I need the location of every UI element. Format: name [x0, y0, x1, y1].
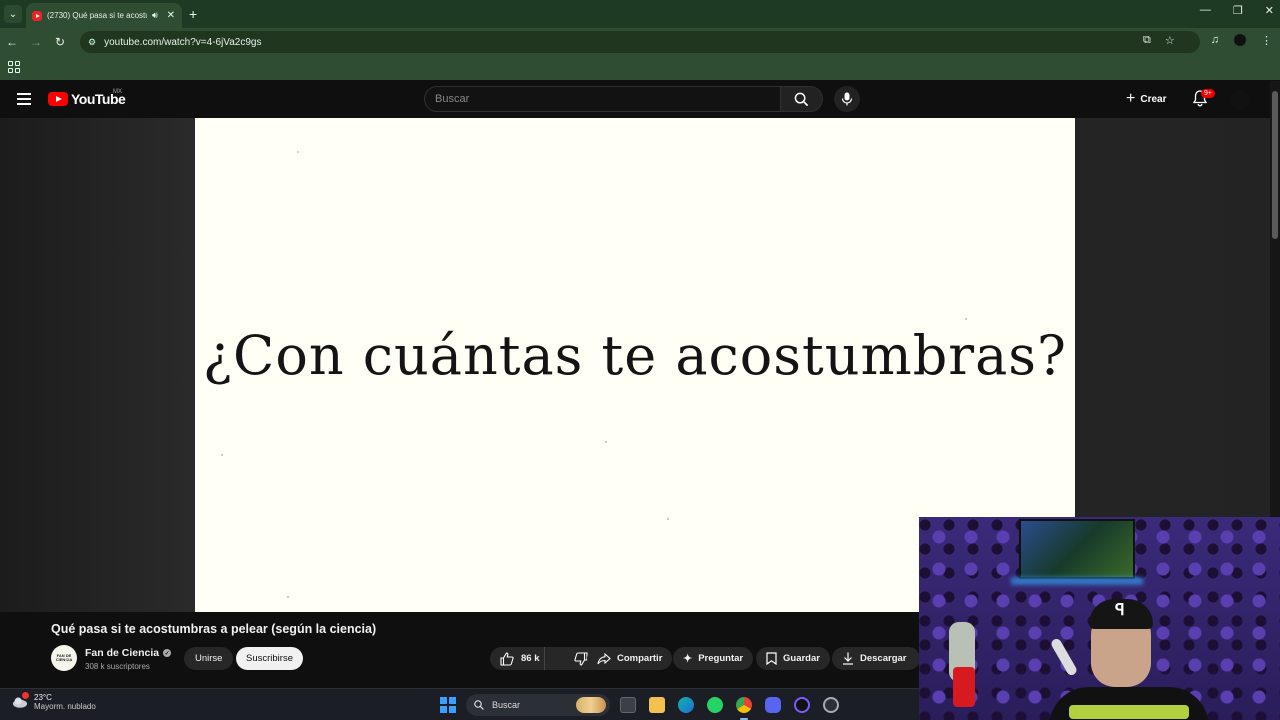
region-code: MX — [113, 89, 122, 95]
create-button[interactable]: + Crear — [1126, 90, 1166, 108]
taskbar-search-label: Buscar — [492, 700, 521, 710]
subscribe-button[interactable]: Suscribirse — [236, 647, 303, 670]
ask-button[interactable]: ✦ Preguntar — [673, 647, 754, 670]
paper-speck — [297, 151, 299, 153]
restore-icon[interactable]: ❐ — [1233, 4, 1243, 17]
address-bar[interactable]: ⚙ youtube.com/watch?v=4-6jVa2c9gs — [80, 31, 1200, 53]
profile-avatar[interactable] — [1233, 33, 1247, 47]
discord-icon[interactable] — [765, 697, 781, 713]
whatsapp-icon[interactable] — [707, 697, 723, 713]
voice-search-button[interactable] — [834, 86, 860, 112]
edge-icon[interactable] — [678, 697, 694, 713]
download-button[interactable]: Descargar — [832, 647, 921, 670]
search-input[interactable] — [435, 93, 780, 105]
plus-icon: + — [1126, 90, 1136, 107]
screen: ⌄ (2730) Qué pasa si te acostu 🔊︎ ✕ + — … — [0, 0, 1280, 720]
browser-tab-active[interactable]: (2730) Qué pasa si te acostu 🔊︎ ✕ — [26, 3, 182, 28]
menu-icon[interactable] — [17, 93, 31, 105]
browser-toolbar: ← → ↻ ⚙ youtube.com/watch?v=4-6jVa2c9gs … — [0, 28, 1280, 56]
tab-title: (2730) Qué pasa si te acostu — [47, 11, 147, 20]
site-info-icon[interactable]: ⚙ — [88, 37, 96, 48]
forward-icon[interactable]: → — [24, 35, 48, 49]
weather-text: 23°C Mayorm. nublado — [34, 693, 96, 711]
url-text[interactable]: youtube.com/watch?v=4-6jVa2c9gs — [104, 37, 261, 48]
browser-tabstrip: ⌄ (2730) Qué pasa si te acostu 🔊︎ ✕ + — … — [0, 0, 1280, 28]
close-window-icon[interactable]: ✕ — [1265, 4, 1274, 17]
back-icon[interactable]: ← — [0, 35, 24, 49]
channel-avatar[interactable]: FAN DE CIENCIA — [51, 645, 77, 671]
chrome-menu-icon[interactable]: ⋮ — [1261, 34, 1272, 47]
paper-speck — [965, 318, 967, 320]
cap-logo-icon: ꟼ — [1115, 602, 1125, 619]
apps-grid-icon[interactable] — [8, 61, 20, 73]
settings-app-icon[interactable] — [823, 697, 839, 713]
channel-name[interactable]: Fan de Ciencia — [85, 647, 159, 659]
search-button[interactable] — [781, 86, 823, 112]
thumbs-up-icon — [500, 651, 514, 666]
download-icon — [843, 652, 853, 665]
sparkle-icon: ✦ — [683, 653, 693, 665]
channel-name-row[interactable]: Fan de Ciencia ✓ — [85, 647, 172, 659]
search-box[interactable] — [424, 86, 781, 112]
windows-taskbar: 23°C Mayorm. nublado Buscar — [0, 688, 920, 720]
toolbar-actions: ⧉ ☆ ♫ ⋮ — [1143, 33, 1272, 47]
share-label: Compartir — [617, 653, 663, 664]
taskbar-search[interactable]: Buscar — [466, 694, 610, 716]
paper-speck — [605, 441, 607, 443]
verified-icon: ✓ — [163, 649, 172, 657]
tab-search-icon[interactable]: ⌄ — [4, 5, 22, 23]
windows-start-icon[interactable] — [440, 697, 456, 713]
bookmarks-bar — [0, 56, 1280, 80]
search-icon — [794, 92, 809, 106]
media-control-icon[interactable]: ♫ — [1211, 34, 1219, 46]
search-highlight-image — [576, 697, 606, 713]
webcam-shirt-print — [1069, 705, 1189, 719]
paper-speck — [667, 518, 669, 520]
minimize-icon[interactable]: — — [1200, 4, 1211, 17]
share-arrow-icon — [597, 652, 611, 664]
save-label: Guardar — [783, 653, 820, 664]
reload-icon[interactable]: ↻ — [48, 35, 72, 49]
thumbs-down-icon — [574, 651, 588, 666]
temperature: 23°C — [34, 693, 52, 702]
weather-alert-badge — [22, 692, 29, 699]
video-frame-text: ¿Con cuántas te acostumbras? — [203, 324, 1067, 387]
close-tab-icon[interactable]: ✕ — [167, 10, 175, 21]
join-button[interactable]: Unirse — [184, 647, 234, 670]
account-avatar[interactable] — [1230, 90, 1250, 110]
bookmark-icon — [766, 652, 777, 665]
youtube-favicon-icon — [32, 10, 42, 21]
webcam-tv — [1019, 519, 1135, 579]
video-title: Qué pasa si te acostumbras a pelear (seg… — [51, 622, 377, 636]
youtube-header: YouTube MX + Crear — [0, 81, 1270, 118]
new-tab-icon[interactable]: + — [189, 6, 197, 22]
weather-condition: Mayorm. nublado — [34, 702, 96, 711]
webcam-red-can — [953, 667, 975, 707]
microphone-icon — [841, 92, 853, 106]
like-button[interactable]: 86 k — [490, 647, 546, 670]
bookmark-star-icon[interactable]: ☆ — [1165, 34, 1175, 47]
window-controls: — ❐ ✕ — [1200, 4, 1274, 17]
create-label: Crear — [1140, 93, 1167, 105]
like-count: 86 k — [521, 653, 540, 664]
scrollbar-thumb[interactable] — [1272, 91, 1278, 239]
subscriber-count: 308 k suscriptores — [85, 662, 150, 671]
chrome-icon[interactable] — [736, 697, 752, 713]
webcam-led-glow — [1011, 577, 1143, 585]
ask-label: Preguntar — [698, 653, 744, 664]
file-explorer-icon[interactable] — [649, 697, 665, 713]
notification-count-badge: 9+ — [1201, 89, 1215, 98]
app-circle-icon[interactable] — [794, 697, 810, 713]
youtube-play-icon — [48, 92, 68, 106]
taskbar-search-icon — [474, 700, 484, 710]
webcam-overlay: ꟼ — [919, 517, 1280, 720]
paper-speck — [287, 596, 289, 598]
save-button[interactable]: Guardar — [756, 647, 830, 670]
paper-speck — [221, 454, 223, 456]
install-app-icon[interactable]: ⧉ — [1143, 34, 1151, 47]
share-button[interactable]: Compartir — [587, 647, 673, 670]
speaker-icon[interactable]: 🔊︎ — [152, 10, 158, 21]
task-view-icon[interactable] — [620, 697, 636, 713]
download-label: Descargar — [860, 653, 907, 664]
